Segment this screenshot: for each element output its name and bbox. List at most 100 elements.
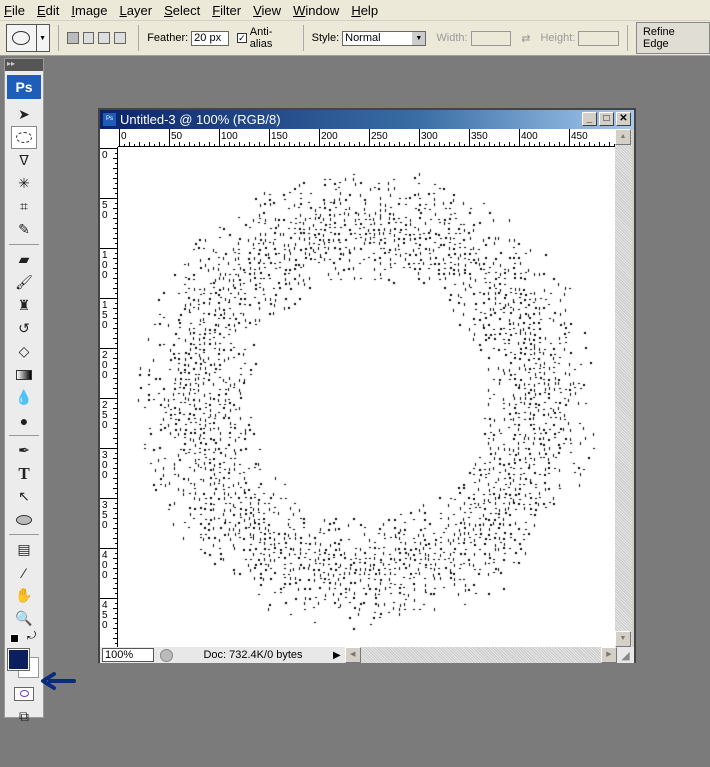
ruler-label: 0 <box>102 150 108 161</box>
ruler-label: 250 <box>102 400 108 431</box>
ruler-label: 150 <box>102 300 108 331</box>
hand-tool[interactable]: ✋ <box>5 584 43 607</box>
status-bar: 100% Doc: 732.4K/0 bytes ▶ ◀ ▶ ◢ <box>100 647 634 663</box>
pen-tool[interactable]: ✒ <box>5 439 43 462</box>
intersect-selection-button[interactable] <box>114 32 127 44</box>
chevron-down-icon: ▼ <box>412 31 426 45</box>
ruler-label: 150 <box>271 131 288 142</box>
ruler-label: 100 <box>102 250 108 281</box>
add-selection-button[interactable] <box>82 32 95 44</box>
screen-mode-button[interactable]: ⧉ <box>5 705 43 728</box>
elliptical-marquee-tool[interactable] <box>11 126 37 149</box>
blur-tool[interactable]: 💧 <box>5 386 43 409</box>
vertical-scrollbar[interactable]: ▲ ▼ <box>615 129 632 647</box>
maximize-button[interactable]: □ <box>599 112 614 126</box>
clone-stamp-tool[interactable]: ♜ <box>5 294 43 317</box>
menu-image[interactable]: Image <box>71 3 107 18</box>
status-flyout-icon[interactable]: ▶ <box>333 650 341 661</box>
menu-edit[interactable]: Edit <box>37 3 59 18</box>
ruler-label: 100 <box>221 131 238 142</box>
ruler-label: 450 <box>571 131 588 142</box>
menu-file[interactable]: File <box>4 3 25 18</box>
subtract-selection-button[interactable] <box>98 32 111 44</box>
gradient-tool[interactable] <box>5 363 43 386</box>
type-tool[interactable]: T <box>5 462 43 485</box>
horizontal-ruler[interactable]: 0 50 100 150 200 250 300 350 400 450 <box>118 129 615 147</box>
zoom-input[interactable]: 100% <box>102 648 154 662</box>
close-button[interactable]: ✕ <box>616 112 631 126</box>
ruler-label: 0 <box>121 131 127 142</box>
eyedropper-tool[interactable]: ⁄ <box>5 561 43 584</box>
slice-tool[interactable]: ✎ <box>5 218 43 241</box>
tool-preset-picker[interactable]: ▼ <box>6 24 50 52</box>
style-label: Style: <box>311 32 340 44</box>
zoom-tool[interactable]: 🔍 <box>5 607 43 630</box>
height-input[interactable] <box>578 30 619 46</box>
brush-tool[interactable]: 🖌 <box>5 271 43 294</box>
ruler-label: 400 <box>102 550 108 581</box>
dodge-tool[interactable]: ● <box>5 409 43 432</box>
menu-select[interactable]: Select <box>164 3 200 18</box>
menu-window[interactable]: Window <box>293 3 339 18</box>
quick-mask-button[interactable] <box>5 682 43 705</box>
ruler-label: 350 <box>471 131 488 142</box>
horizontal-scrollbar[interactable]: ◀ ▶ <box>344 647 617 663</box>
eraser-tool[interactable]: ◇ <box>5 340 43 363</box>
ruler-label: 50 <box>171 131 183 142</box>
chevron-down-icon: ▼ <box>39 34 47 42</box>
vertical-ruler[interactable]: 0 5 0 1 0 0 1 5 0 2 0 0 2 5 0 3 0 0 3 5 0 4 0 0 4 5 0 <box>100 147 118 647</box>
collapse-icon[interactable]: ▸▸ <box>5 59 43 71</box>
antialias-label: Anti-alias <box>249 26 273 50</box>
lasso-tool[interactable]: ᐁ <box>5 149 43 172</box>
ruler-label: 300 <box>421 131 438 142</box>
menu-filter[interactable]: Filter <box>212 3 241 18</box>
scroll-down-button[interactable]: ▼ <box>615 631 631 647</box>
menu-view[interactable]: View <box>253 3 281 18</box>
document-title: Untitled-3 @ 100% (RGB/8) <box>120 112 281 127</box>
healing-brush-tool[interactable]: ▰ <box>5 248 43 271</box>
menu-layer[interactable]: Layer <box>120 3 153 18</box>
scroll-left-button[interactable]: ◀ <box>344 647 361 663</box>
minimize-button[interactable]: _ <box>582 112 597 126</box>
path-selection-tool[interactable]: ↖ <box>5 485 43 508</box>
width-label: Width: <box>436 32 468 44</box>
magic-wand-tool[interactable]: ✳ <box>5 172 43 195</box>
menu-bar: File Edit Image Layer Select Filter View… <box>0 0 710 21</box>
style-select[interactable]: Normal ▼ <box>342 30 427 46</box>
canvas[interactable] <box>118 147 615 647</box>
default-colors-icon[interactable] <box>10 634 19 643</box>
feather-input[interactable]: 20 px <box>191 30 229 46</box>
options-bar: ▼ Feather: 20 px ✓ Anti-alias Style: Nor… <box>0 21 710 56</box>
swap-colors-icon[interactable]: ⤾ <box>27 630 36 643</box>
width-input[interactable] <box>470 30 512 46</box>
feather-label: Feather: <box>147 32 189 44</box>
ps-logo[interactable]: Ps <box>7 75 41 99</box>
annotation-arrow-icon <box>41 672 76 690</box>
move-tool[interactable]: ➤ <box>5 103 43 126</box>
menu-help[interactable]: Help <box>351 3 378 18</box>
refine-edge-button[interactable]: Refine Edge <box>635 22 710 54</box>
ruler-label: 400 <box>521 131 538 142</box>
resize-grip-icon[interactable]: ◢ <box>617 649 634 662</box>
new-selection-button[interactable] <box>66 32 79 44</box>
ruler-label: 300 <box>102 450 108 481</box>
ruler-origin[interactable] <box>100 129 118 147</box>
scroll-up-button[interactable]: ▲ <box>615 129 631 145</box>
ellipse-shape-tool[interactable] <box>5 508 43 531</box>
document-window: Ps Untitled-3 @ 100% (RGB/8) _ □ ✕ 0 50 10… <box>98 108 636 663</box>
foreground-color-swatch[interactable] <box>7 648 30 671</box>
document-title-bar[interactable]: Ps Untitled-3 @ 100% (RGB/8) _ □ ✕ <box>100 110 634 129</box>
scroll-right-button[interactable]: ▶ <box>601 647 617 663</box>
ruler-label: 200 <box>102 350 108 381</box>
doc-info: Doc: 732.4K/0 bytes <box>203 649 303 661</box>
crop-tool[interactable]: ⌗ <box>5 195 43 218</box>
elliptical-marquee-icon <box>12 31 31 45</box>
notes-tool[interactable]: ▤ <box>5 538 43 561</box>
antialias-checkbox[interactable]: ✓ <box>236 33 247 43</box>
swap-icon[interactable]: ⇄ <box>521 32 530 45</box>
ruler-label: 350 <box>102 500 108 531</box>
ps-document-icon: Ps <box>103 113 116 126</box>
status-menu-icon[interactable] <box>160 648 173 662</box>
history-brush-tool[interactable]: ↺ <box>5 317 43 340</box>
ruler-label: 50 <box>102 200 108 221</box>
